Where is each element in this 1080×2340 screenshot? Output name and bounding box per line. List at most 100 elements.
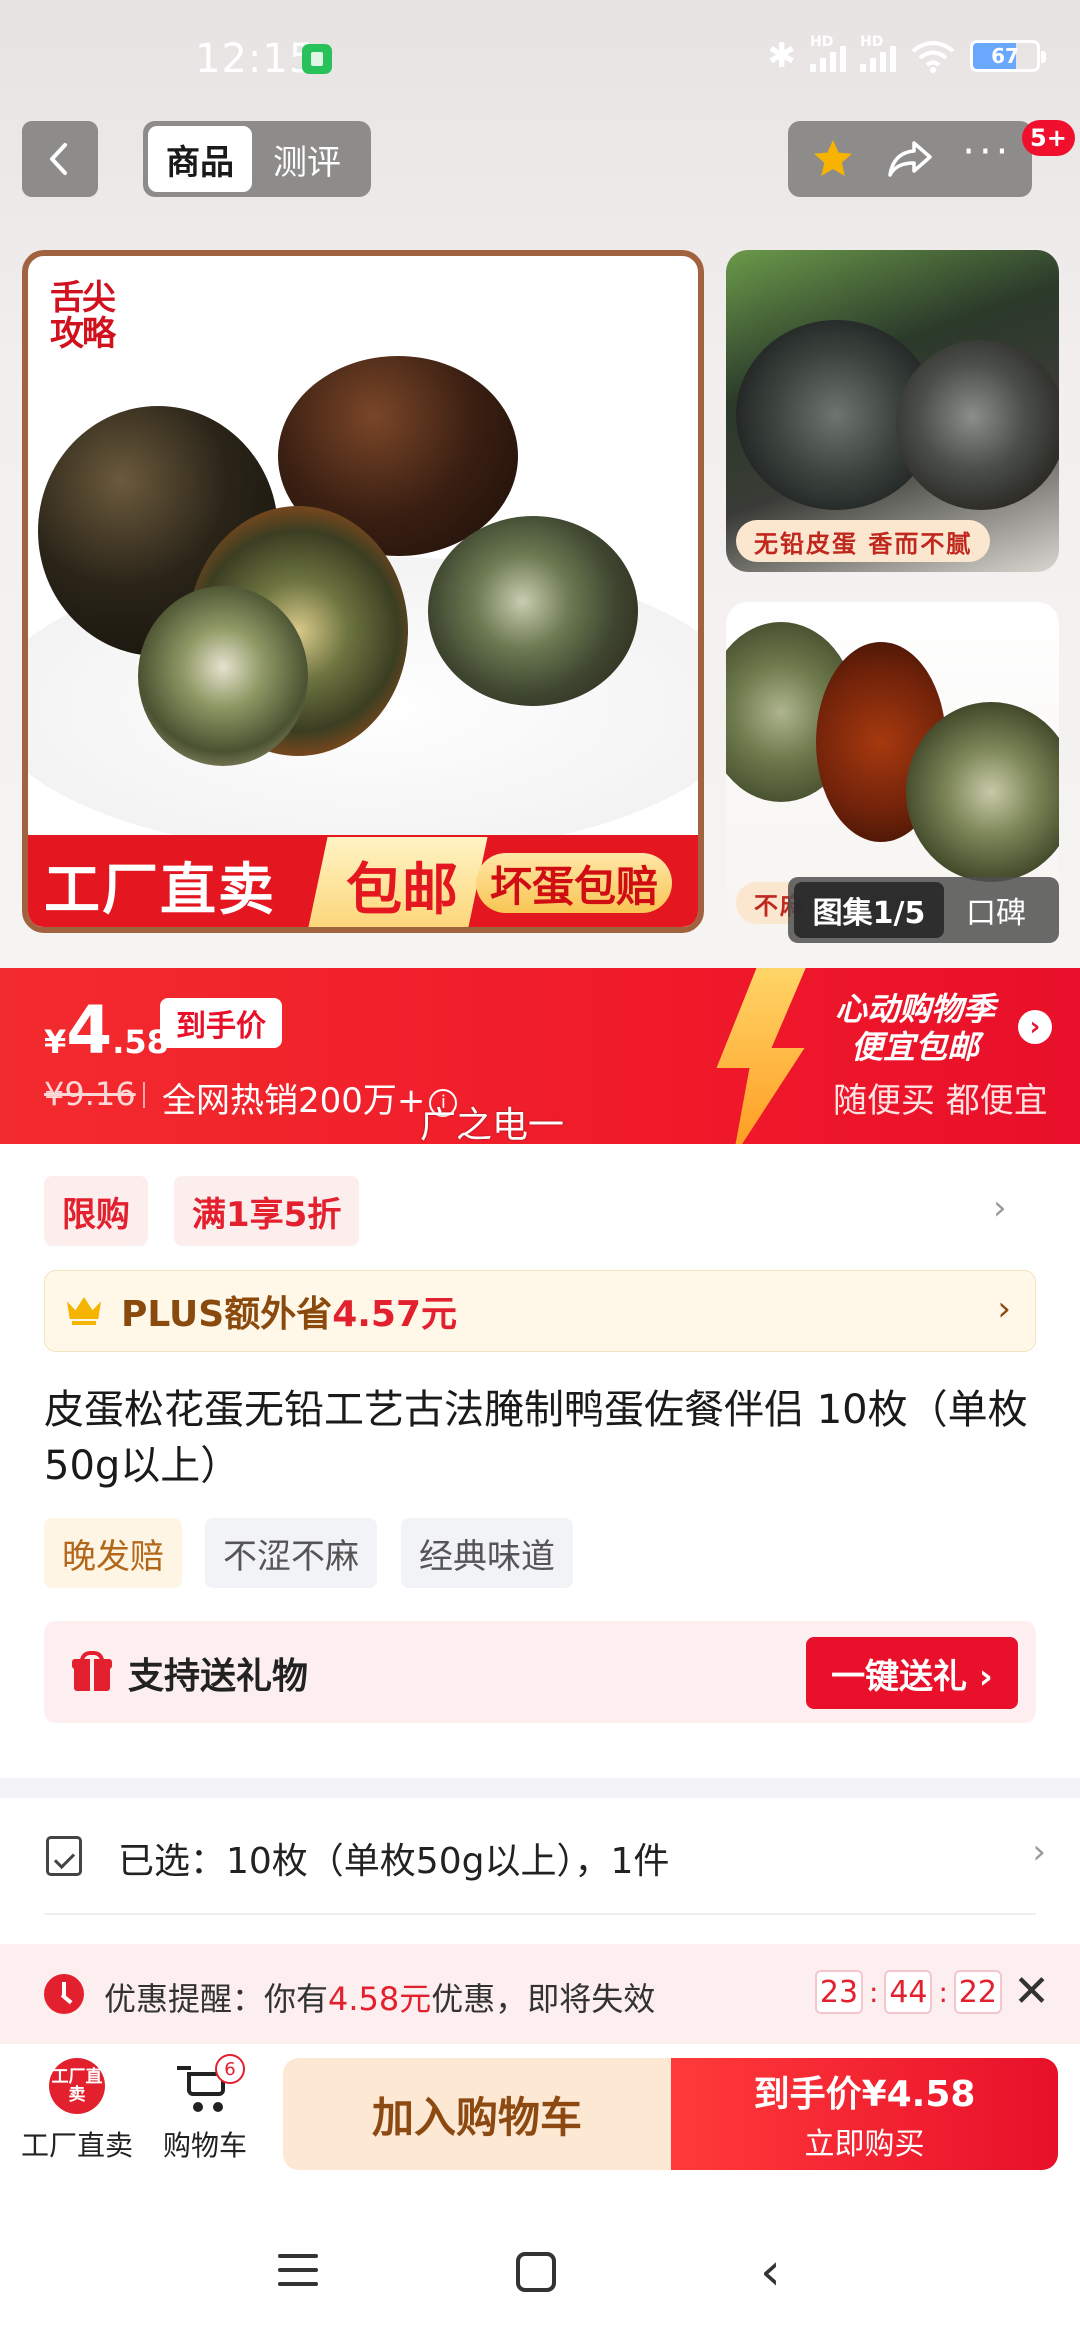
add-to-cart-button[interactable]: 加入购物车: [283, 2058, 671, 2170]
thumbnail-tag-1: 无铅皮蛋 香而不腻: [736, 520, 991, 562]
final-price-tag: 到手价: [160, 998, 282, 1048]
wifi-icon: [911, 41, 955, 73]
tab-product[interactable]: 商品: [148, 126, 252, 192]
buy-now-button[interactable]: 到手价¥4.58 立即购买: [671, 2058, 1058, 2170]
discount-tag[interactable]: 满1享5折: [174, 1176, 360, 1246]
divider: [44, 1913, 1036, 1915]
selected-spec-text: 已选：10枚（单枚50g以上），1件: [118, 1841, 670, 1882]
back-icon: [50, 143, 67, 175]
star-icon: [813, 140, 852, 176]
header-tabs: 商品 测评: [143, 121, 371, 197]
egg-graphic: [896, 340, 1059, 510]
plus-amount: 4.57元: [332, 1294, 458, 1335]
plus-savings-text: PLUS额外省4.57元: [121, 1285, 457, 1337]
message-badge: 5+: [1022, 120, 1075, 156]
gift-bar: 支持送礼物 一键送礼 ›: [44, 1621, 1036, 1723]
factory-store-label: 工厂直卖: [20, 2129, 133, 2162]
header-actions: ···: [788, 121, 1032, 197]
favorite-button[interactable]: [798, 124, 868, 194]
feature-tag-1: 晚发赔: [44, 1518, 182, 1588]
signal-hd-label: HD: [810, 34, 834, 50]
price-integer: 4: [66, 992, 113, 1069]
app-notification-icon: [302, 44, 332, 74]
back-button[interactable]: [22, 121, 98, 197]
reminder-text: 优惠提醒：你有4.58元优惠，即将失效: [104, 1974, 655, 2020]
chevron-right-icon[interactable]: ›: [1018, 1010, 1052, 1044]
coupon-reminder-bar: 优惠提醒：你有4.58元优惠，即将失效 23 : 44 : 22 ✕: [0, 1944, 1080, 2044]
share-button[interactable]: [875, 124, 945, 194]
gallery-count: 图集1/5: [794, 882, 944, 938]
gift-icon: [72, 1651, 112, 1691]
plus-savings-bar[interactable]: PLUS额外省4.57元 ›: [44, 1270, 1036, 1352]
price-currency: ¥: [44, 1023, 67, 1061]
cart-button[interactable]: 6 购物车: [140, 2054, 270, 2164]
egg-graphic: [138, 586, 308, 766]
factory-store-icon: 工厂直卖: [49, 2058, 105, 2114]
egg-graphic: [428, 516, 638, 706]
countdown-hours: 23: [815, 1970, 863, 2014]
close-icon[interactable]: ✕: [1013, 1966, 1050, 2017]
tab-review[interactable]: 测评: [252, 126, 362, 192]
sales-count[interactable]: 全网热销200万+ i: [162, 1073, 458, 1122]
banner-guarantee: 坏蛋包赔: [476, 853, 673, 913]
signal-hd-label-2: HD: [860, 34, 884, 50]
product-gallery-area: 12:15 ✱ HD HD 67 商品 测评 ··· 5+ 舌尖攻略 工厂直卖 …: [0, 0, 1080, 970]
limit-purchase-tag[interactable]: 限购: [44, 1176, 148, 1246]
banner-free-shipping: 包邮: [346, 858, 458, 923]
more-button[interactable]: ···: [952, 124, 1022, 194]
gallery-counter[interactable]: 图集1/5 口碑: [788, 877, 1059, 943]
feature-tag-2: 不涩不麻: [205, 1518, 377, 1588]
feature-tag-3: 经典味道: [401, 1518, 573, 1588]
promo-title-line1: 心动购物季: [835, 990, 996, 1028]
bluetooth-icon: ✱: [767, 36, 797, 76]
current-price: ¥ 4 .58: [44, 998, 169, 1064]
battery-icon: 67: [970, 40, 1046, 72]
clock-icon: [44, 1974, 84, 2014]
countdown-seconds: 22: [953, 1970, 1002, 2014]
checklist-icon: [46, 1836, 82, 1876]
main-image-banner: 工厂直卖 包邮 坏蛋包赔: [28, 835, 698, 927]
cart-icon: 6: [177, 2054, 245, 2114]
thumbnail-image-1[interactable]: 无铅皮蛋 香而不腻: [726, 250, 1059, 572]
overlay-text: 广之电一: [420, 1105, 565, 1146]
lightning-icon: [716, 968, 810, 1144]
signal-icon-2: HD: [860, 34, 896, 72]
countdown-minutes: 44: [884, 1970, 933, 2014]
bottom-action-bar: 工厂直卖 工厂直卖 6 购物车 加入购物车 到手价¥4.58 立即购买: [0, 2044, 1080, 2194]
egg-graphic: [906, 702, 1059, 882]
signal-icon: HD: [810, 34, 846, 72]
status-icons: ✱ HD HD 67: [767, 34, 1046, 76]
more-icon: ···: [962, 129, 1013, 175]
crown-icon: [67, 1297, 101, 1325]
brand-logo-text: 舌尖攻略: [50, 278, 116, 354]
promo-title-line2: 便宜包邮: [851, 1028, 980, 1066]
reminder-amount: 4.58元: [328, 1980, 432, 2018]
cart-count-badge: 6: [215, 2054, 245, 2084]
chevron-right-icon[interactable]: ›: [993, 1188, 1007, 1228]
product-title: 皮蛋松花蛋无铅工艺古法腌制鸭蛋佐餐伴侣 10枚（单枚50g以上）: [44, 1387, 1028, 1489]
reminder-suffix: 优惠，即将失效: [431, 1980, 656, 2018]
section-divider: [0, 1778, 1080, 1798]
selected-spec-row[interactable]: 已选：10枚（单枚50g以上），1件 ›: [0, 1798, 1080, 1914]
reminder-prefix: 优惠提醒：你有: [104, 1980, 329, 2018]
brand-logo: 舌尖攻略: [50, 280, 140, 360]
sales-count-text: 全网热销200万+: [162, 1081, 426, 1121]
home-icon[interactable]: [516, 2252, 556, 2292]
status-bar: 12:15 ✱ HD HD 67: [0, 0, 1080, 118]
reviews-link[interactable]: 口碑: [966, 888, 1026, 932]
back-nav-icon[interactable]: ‹: [760, 2246, 781, 2298]
promo-title[interactable]: 心动购物季 便宜包邮: [835, 990, 995, 1066]
factory-store-button[interactable]: 工厂直卖 工厂直卖: [12, 2058, 142, 2164]
main-product-image[interactable]: 舌尖攻略 工厂直卖 包邮 坏蛋包赔: [22, 250, 704, 933]
banner-factory-text: 工厂直卖: [44, 858, 276, 923]
price-divider: [143, 1082, 145, 1108]
menu-icon[interactable]: [278, 2254, 318, 2286]
status-time: 12:15: [195, 36, 316, 82]
send-gift-button[interactable]: 一键送礼 ›: [806, 1637, 1018, 1709]
buy-now-label: 立即购买: [804, 2127, 925, 2162]
share-icon: [888, 141, 932, 177]
countdown-timer: 23 : 44 : 22: [815, 1970, 1002, 2014]
system-navigation-bar: ‹: [0, 2194, 1080, 2340]
chevron-right-icon: ›: [997, 1289, 1011, 1329]
cart-label: 购物车: [162, 2129, 247, 2162]
